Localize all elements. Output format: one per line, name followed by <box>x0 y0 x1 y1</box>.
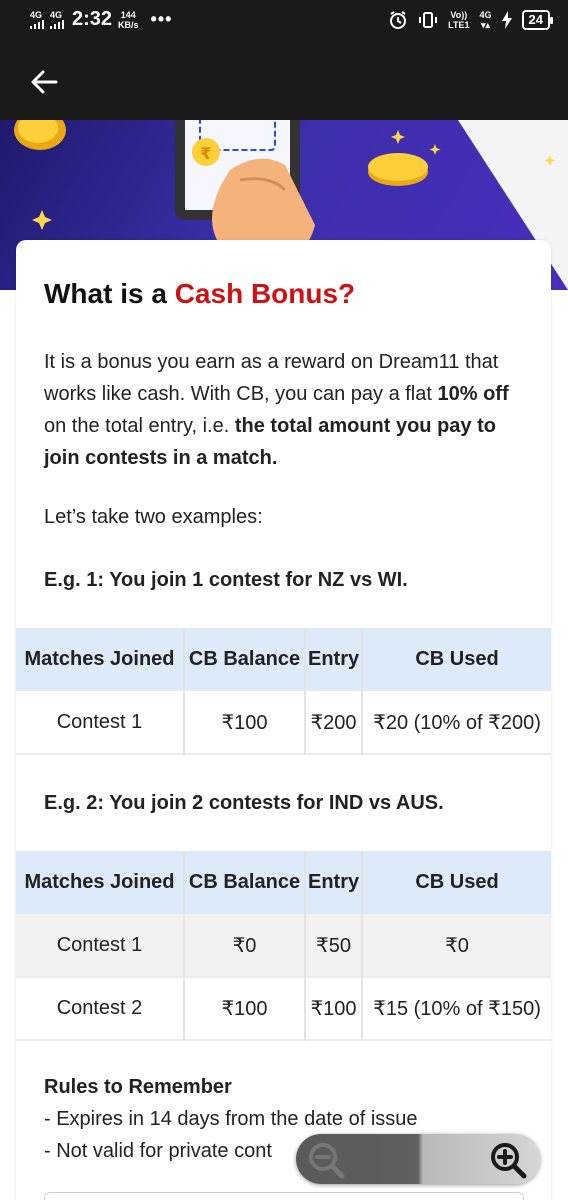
rules-title: Rules to Remember <box>44 1076 232 1098</box>
net-label: 4G <box>479 10 492 20</box>
table-cell: Contest 1 <box>16 914 184 977</box>
intro-text-2: on the total entry, i.e. <box>44 415 235 437</box>
sim2-label: 4G <box>50 9 63 20</box>
zoom-in-icon <box>491 1143 527 1179</box>
data-indicator: 4G ▾▴ <box>480 10 492 30</box>
arrow-left-icon <box>31 70 58 94</box>
alarm-icon <box>390 11 407 29</box>
zoom-out-button[interactable] <box>306 1140 346 1180</box>
data-arrows-icon: ▾▴ <box>481 20 491 30</box>
speed-unit: KB/s <box>118 19 139 30</box>
table-cell: ₹50 <box>304 914 362 977</box>
back-button[interactable] <box>24 62 64 102</box>
example1-title: E.g. 1: You join 1 contest for NZ vs WI. <box>44 569 408 591</box>
battery-icon: 24 <box>521 10 554 30</box>
speed-value: 144 <box>120 9 136 20</box>
lte-label: LTE1 <box>448 20 470 30</box>
table-cell: ₹0 <box>183 914 305 977</box>
signal-sim2: 4G <box>50 9 64 29</box>
table-header-row: Matches Joined CB Balance Entry CB Used <box>16 851 551 914</box>
table-cell: ₹100 <box>304 977 362 1040</box>
table-header-cell: Matches Joined <box>16 628 184 691</box>
bottom-partial-box <box>44 1192 524 1200</box>
volte-indicator: Vo)) LTE1 <box>448 10 469 30</box>
table-cell: ₹100 <box>183 977 305 1040</box>
network-speed: 144 KB/s <box>118 10 139 30</box>
title-prefix: What is a <box>44 278 175 309</box>
table-header-cell: CB Balance <box>183 851 305 914</box>
page-title: What is a Cash Bonus? <box>44 278 355 310</box>
content-card: What is a Cash Bonus? It is a bonus you … <box>16 240 551 1200</box>
rule-item: - Not valid for private cont <box>44 1140 272 1162</box>
zoom-control <box>296 1134 540 1184</box>
signal-bars-icon <box>30 19 44 29</box>
table-cell: ₹15 (10% of ₹150) <box>361 977 551 1040</box>
app-bar <box>0 44 568 120</box>
status-bar: 4G 4G 2:32 144 KB/s ••• Vo)) LTE1 4G ▾▴ … <box>0 0 568 44</box>
table-cell: ₹0 <box>361 914 551 977</box>
intro-paragraph: It is a bonus you earn as a reward on Dr… <box>44 346 529 474</box>
table-header-row: Matches Joined CB Balance Entry CB Used <box>16 628 551 691</box>
table-row: Contest 1 ₹0 ₹50 ₹0 <box>16 914 551 977</box>
example2-table: Matches Joined CB Balance Entry CB Used Con… <box>16 851 551 1041</box>
status-left: 4G 4G 2:32 144 KB/s ••• <box>30 8 172 31</box>
example2-title: E.g. 2: You join 2 contests for IND vs A… <box>44 792 444 814</box>
signal-sim1: 4G <box>30 9 44 29</box>
intro-bold-1: 10% off <box>437 383 509 405</box>
table-cell: ₹200 <box>304 691 362 754</box>
charging-bolt-icon <box>501 11 512 29</box>
table-cell: ₹100 <box>183 691 305 754</box>
more-notifications: ••• <box>150 9 173 29</box>
title-highlight: Cash Bonus? <box>174 278 356 309</box>
example1-table: Matches Joined CB Balance Entry CB Used Con… <box>16 628 551 755</box>
table-cell: ₹20 (10% of ₹200) <box>361 691 551 754</box>
sim1-label: 4G <box>30 9 43 20</box>
table-header-cell: Entry <box>304 628 362 691</box>
table-header-cell: CB Used <box>361 851 551 914</box>
status-right: Vo)) LTE1 4G ▾▴ 24 <box>388 10 554 30</box>
intro-text-1: It is a bonus you earn as a reward on Dr… <box>44 351 499 405</box>
table-cell: Contest 1 <box>16 691 184 754</box>
table-header-cell: CB Used <box>361 628 551 691</box>
rule-item: - Expires in 14 days from the date of is… <box>44 1108 418 1130</box>
examples-intro: Let’s take two examples: <box>44 506 263 528</box>
table-row: Contest 2 ₹100 ₹100 ₹15 (10% of ₹150) <box>16 977 551 1040</box>
zoom-in-button[interactable] <box>488 1140 528 1180</box>
volte-label: Vo)) <box>450 10 468 20</box>
zoom-out-icon <box>309 1143 345 1179</box>
table-header-cell: Entry <box>304 851 362 914</box>
table-header-cell: CB Balance <box>183 628 305 691</box>
signal-bars-icon <box>50 19 64 29</box>
table-cell: Contest 2 <box>16 977 184 1040</box>
table-header-cell: Matches Joined <box>16 851 184 914</box>
clock: 2:32 <box>72 8 113 30</box>
svg-text:₹: ₹ <box>200 144 211 163</box>
table-row: Contest 1 ₹100 ₹200 ₹20 (10% of ₹200) <box>16 691 551 754</box>
vibrate-icon <box>419 12 438 28</box>
